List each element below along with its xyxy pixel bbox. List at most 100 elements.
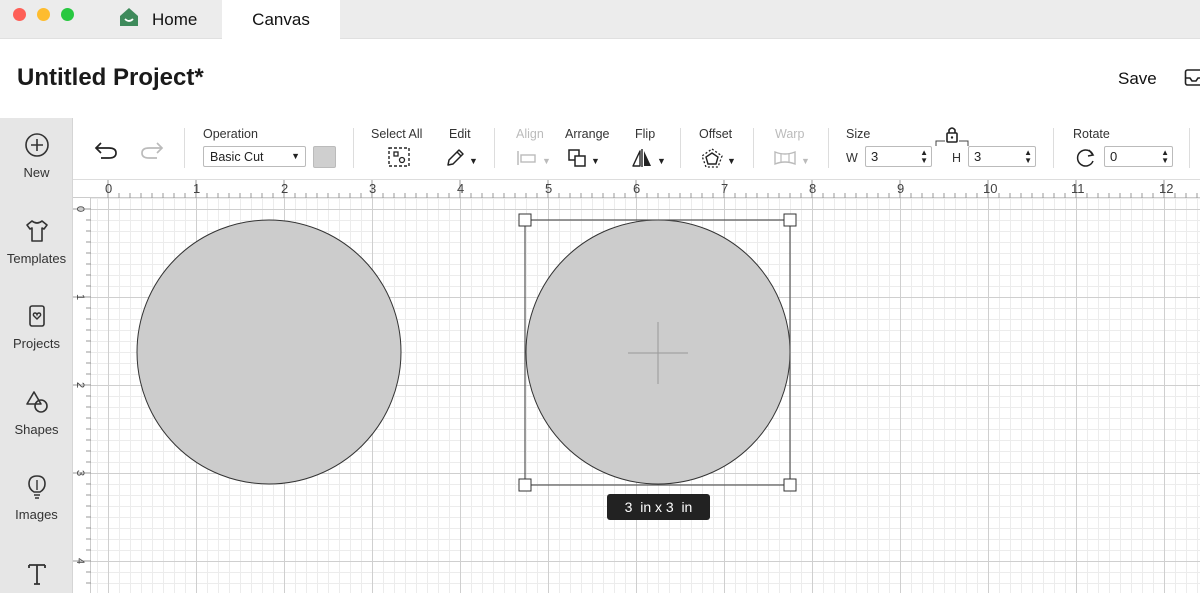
color-swatch[interactable] (313, 146, 336, 168)
edit-label: Edit (449, 127, 471, 141)
size-label: Size (846, 127, 870, 141)
undo-icon[interactable] (93, 140, 119, 165)
flip-label: Flip (635, 127, 655, 141)
project-title[interactable]: Untitled Project* (17, 64, 204, 92)
tab-home[interactable]: Home (112, 0, 222, 39)
chevron-down-icon: ▼ (801, 156, 810, 166)
offset-menu[interactable]: ▼ (701, 148, 736, 173)
circle-shape[interactable] (137, 220, 401, 484)
tray-icon[interactable] (1184, 68, 1200, 93)
toolbar-divider (184, 128, 185, 168)
toolbar-divider (680, 128, 681, 168)
close-window-button[interactable] (13, 8, 26, 21)
top-ruler: 0123456789101112 (73, 180, 1200, 198)
pencil-icon (445, 148, 465, 173)
ruler-number: 3 (74, 470, 86, 476)
project-header: Untitled Project* Save (0, 39, 1200, 118)
ruler-number: 8 (809, 181, 816, 196)
tshirt-icon (0, 218, 73, 247)
rotate-icon (1075, 147, 1097, 174)
title-bar: Home Canvas (0, 0, 1200, 39)
tab-home-label: Home (152, 10, 197, 30)
sidebar-item-label: Templates (7, 251, 66, 266)
sidebar-item-label: New (23, 165, 49, 180)
shapes-icon (0, 389, 73, 418)
chevron-down-icon: ▼ (657, 156, 666, 166)
height-label: H (952, 151, 961, 165)
edit-menu[interactable]: ▼ (445, 148, 478, 173)
toolbar-divider (1189, 128, 1190, 168)
stepper-icon[interactable]: ▲▼ (1024, 149, 1032, 165)
ruler-number: 1 (193, 181, 200, 196)
sidebar-item-projects[interactable]: Projects (0, 303, 73, 351)
align-menu[interactable]: ▼ (516, 150, 551, 171)
ruler-number: 4 (74, 558, 86, 564)
chevron-down-icon: ▼ (727, 156, 736, 166)
chevron-down-icon: ▼ (542, 156, 551, 166)
sidebar-item-text[interactable] (0, 561, 73, 594)
ruler-number: 10 (983, 181, 997, 196)
height-input[interactable]: 3 ▲▼ (968, 146, 1036, 167)
select-all-icon[interactable] (387, 146, 411, 173)
minimize-window-button[interactable] (37, 8, 50, 21)
rotate-label: Rotate (1073, 127, 1110, 141)
offset-label: Offset (699, 127, 732, 141)
arrange-menu[interactable]: ▼ (567, 148, 600, 173)
flip-menu[interactable]: ▼ (631, 148, 666, 173)
home-icon (118, 7, 140, 32)
align-label: Align (516, 127, 544, 141)
ruler-number: 7 (721, 181, 728, 196)
save-button[interactable]: Save (1118, 69, 1157, 89)
select-all-label: Select All (371, 127, 422, 141)
plus-circle-icon (0, 132, 73, 161)
ruler-number: 11 (1071, 181, 1085, 196)
arrange-icon (567, 148, 587, 173)
lightbulb-icon (0, 474, 73, 503)
sidebar-item-templates[interactable]: Templates (0, 218, 73, 266)
sidebar-item-label: Images (15, 507, 58, 522)
ruler-number: 3 (369, 181, 376, 196)
tab-canvas[interactable]: Canvas (222, 0, 340, 39)
projects-icon (0, 303, 73, 332)
toolbar-divider (494, 128, 495, 168)
ruler-number: 5 (545, 181, 552, 196)
arrange-label: Arrange (565, 127, 609, 141)
stepper-icon[interactable]: ▲▼ (920, 149, 928, 165)
resize-handle[interactable] (784, 479, 796, 491)
rotate-input[interactable]: 0 ▲▼ (1104, 146, 1173, 167)
sidebar-item-images[interactable]: Images (0, 474, 73, 522)
width-value: 3 (871, 149, 878, 164)
ruler-number: 1 (74, 294, 86, 300)
edit-toolbar: Operation Basic Cut ▼ Select All Edit ▼ … (73, 118, 1200, 180)
width-label: W (846, 151, 858, 165)
stepper-icon[interactable]: ▲▼ (1161, 149, 1169, 165)
sidebar-item-label: Projects (13, 336, 60, 351)
text-icon (0, 561, 73, 590)
toolbar-divider (1053, 128, 1054, 168)
offset-icon (701, 148, 723, 173)
ruler-number: 4 (457, 181, 464, 196)
operation-select[interactable]: Basic Cut ▼ (203, 146, 306, 167)
toolbar-divider (753, 128, 754, 168)
left-sidebar: New Templates Projects Shapes Images (0, 118, 73, 593)
resize-handle[interactable] (519, 214, 531, 226)
warp-menu[interactable]: ▼ (773, 150, 810, 171)
ruler-number: 12 (1159, 181, 1173, 196)
width-input[interactable]: 3 ▲▼ (865, 146, 932, 167)
maximize-window-button[interactable] (61, 8, 74, 21)
redo-icon[interactable] (139, 140, 165, 165)
sidebar-item-new[interactable]: New (0, 132, 73, 180)
flip-icon (631, 148, 653, 173)
chevron-down-icon: ▼ (591, 156, 600, 166)
design-canvas[interactable] (91, 198, 1200, 593)
ruler-number: 0 (105, 181, 112, 196)
chevron-down-icon: ▼ (469, 156, 478, 166)
selection-size-tooltip: 3 in x 3 in (607, 494, 710, 520)
warp-icon (773, 150, 797, 171)
sidebar-item-shapes[interactable]: Shapes (0, 389, 73, 437)
rotate-value: 0 (1110, 149, 1117, 164)
resize-handle[interactable] (784, 214, 796, 226)
lock-icon[interactable] (934, 125, 970, 152)
resize-handle[interactable] (519, 479, 531, 491)
toolbar-divider (828, 128, 829, 168)
